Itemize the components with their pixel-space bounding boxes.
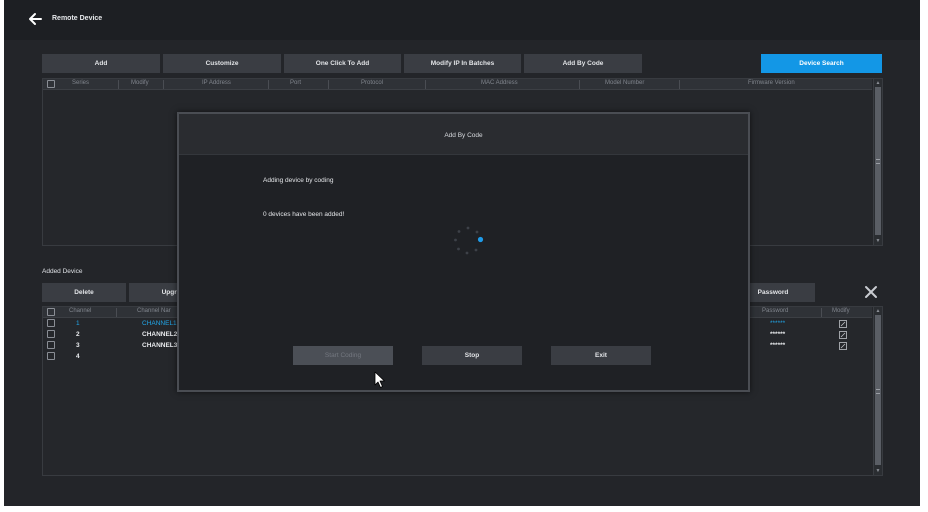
channel-number: 2 xyxy=(76,331,80,338)
channel-number: 1 xyxy=(76,320,80,327)
column-header: IP Address xyxy=(202,80,231,86)
table-header: Series Modify IP Address Port Protocol M… xyxy=(43,79,872,90)
close-icon[interactable] xyxy=(862,283,880,301)
start-coding-button[interactable]: Start Coding xyxy=(293,346,393,365)
column-header: Password xyxy=(762,308,789,314)
coding-status-text: Adding device by coding xyxy=(263,177,334,184)
column-header: Channel Nar xyxy=(137,308,171,314)
column-header: Model Number xyxy=(605,80,645,86)
add-button[interactable]: Add xyxy=(42,54,160,73)
channel-password: ****** xyxy=(770,342,786,349)
edit-icon[interactable] xyxy=(839,342,847,350)
page-title: Remote Device xyxy=(52,15,103,22)
row-checkbox[interactable] xyxy=(47,319,55,327)
column-header: Port xyxy=(290,80,302,86)
row-checkbox[interactable] xyxy=(47,352,55,360)
delete-button[interactable]: Delete xyxy=(42,283,126,302)
loading-spinner-icon xyxy=(454,226,484,255)
remote-device-screen: Remote Device Add Customize One Click To… xyxy=(4,0,920,506)
modify-ip-batches-button[interactable]: Modify IP In Batches xyxy=(404,54,521,73)
arrow-left-icon[interactable] xyxy=(27,11,43,27)
edit-icon[interactable] xyxy=(839,320,847,328)
added-table-scrollbar[interactable]: ▲ ▼ xyxy=(873,307,882,475)
column-header: Series xyxy=(72,80,90,86)
add-by-code-button[interactable]: Add By Code xyxy=(524,54,642,73)
column-header: MAC Address xyxy=(481,80,518,86)
dialog-header: Add By Code xyxy=(179,114,748,155)
channel-number: 3 xyxy=(76,342,80,349)
row-checkbox[interactable] xyxy=(47,341,55,349)
select-all-checkbox[interactable] xyxy=(47,80,55,88)
channel-name: CHANNEL3 xyxy=(142,342,178,349)
customize-button[interactable]: Customize xyxy=(163,54,281,73)
channel-password: ****** xyxy=(770,331,786,338)
channel-name: CHANNEL2 xyxy=(142,331,178,338)
scroll-up-icon[interactable]: ▲ xyxy=(874,307,882,315)
added-count-text: 0 devices have been added! xyxy=(263,211,345,218)
edit-icon[interactable] xyxy=(839,331,847,339)
select-all-checkbox[interactable] xyxy=(47,308,55,316)
row-checkbox[interactable] xyxy=(47,330,55,338)
channel-number: 4 xyxy=(76,353,80,360)
device-table-scrollbar[interactable]: ▲ ▼ xyxy=(873,79,882,245)
exit-button[interactable]: Exit xyxy=(551,346,651,365)
one-click-add-button[interactable]: One Click To Add xyxy=(284,54,401,73)
device-search-button[interactable]: Device Search xyxy=(761,54,882,73)
channel-password: ****** xyxy=(770,320,786,327)
add-by-code-dialog: Add By Code Adding device by coding 0 de… xyxy=(177,112,750,392)
title-bar: Remote Device xyxy=(4,0,920,40)
scroll-down-icon[interactable]: ▼ xyxy=(874,237,882,245)
column-header: Firmware Version xyxy=(748,80,795,86)
added-device-label: Added Device xyxy=(42,268,83,275)
scroll-down-icon[interactable]: ▼ xyxy=(874,467,882,475)
column-header: Protocol xyxy=(361,80,384,86)
column-header: Channel xyxy=(69,308,92,314)
stop-button[interactable]: Stop xyxy=(422,346,522,365)
dialog-title: Add By Code xyxy=(444,132,483,139)
column-header: Modify xyxy=(131,80,149,86)
channel-name: CHANNEL1 xyxy=(142,320,177,327)
column-header: Modify xyxy=(832,308,850,314)
scroll-up-icon[interactable]: ▲ xyxy=(874,79,882,87)
mouse-pointer-icon xyxy=(374,371,385,388)
